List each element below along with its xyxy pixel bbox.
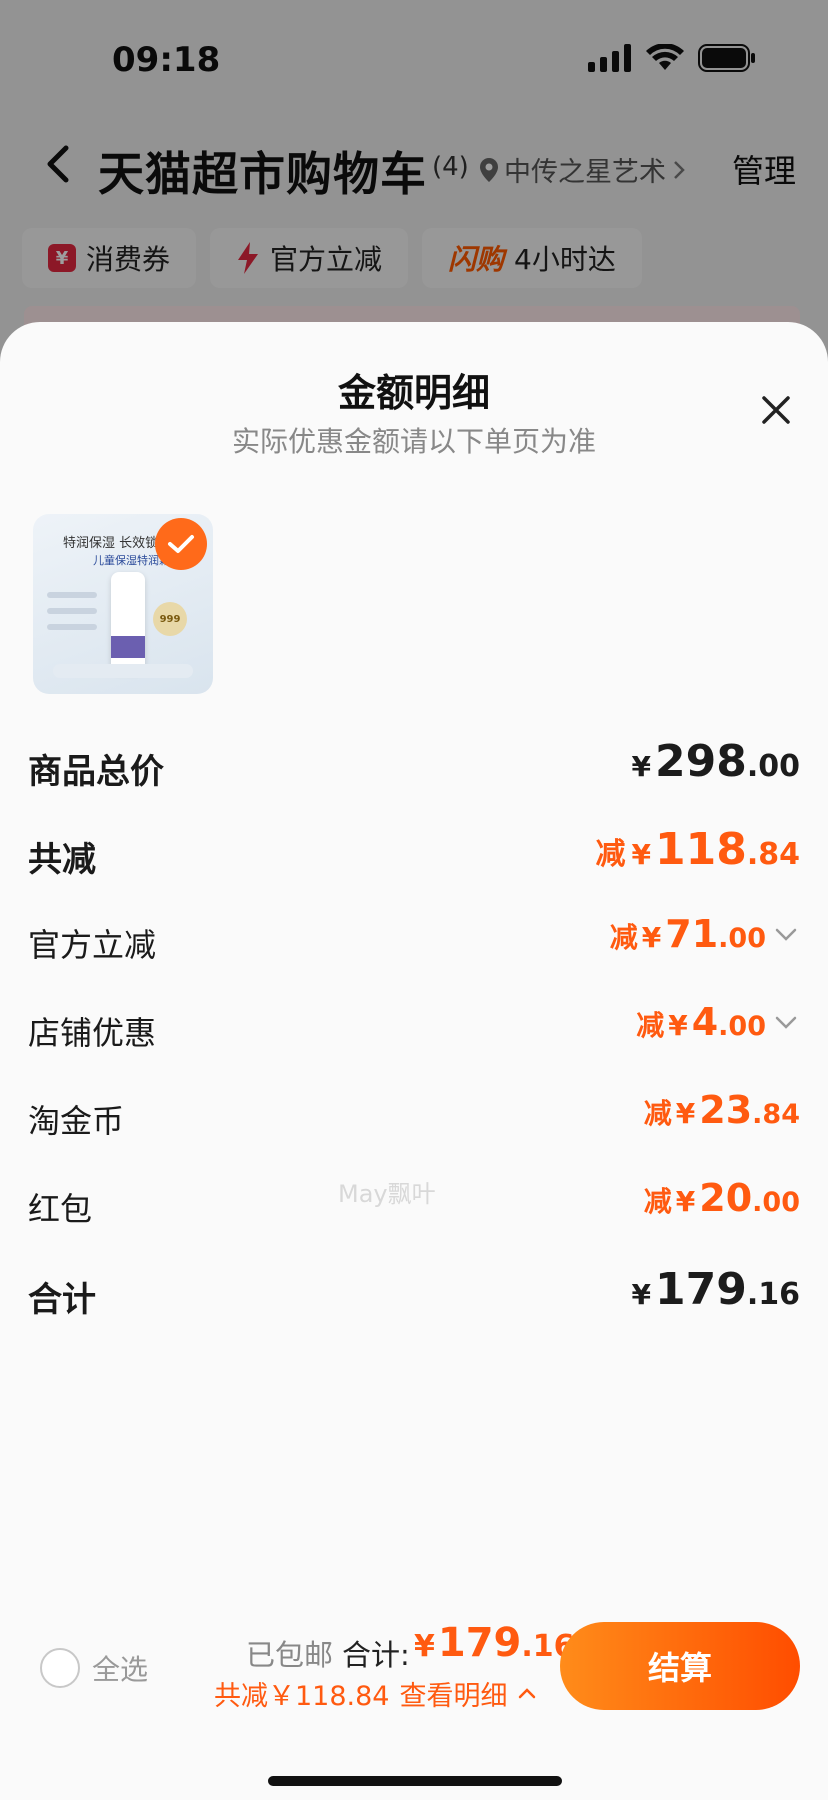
amount-integer: 179 [654, 1264, 747, 1315]
product-thumbnail[interactable]: 特润保湿 长效锁 儿童保湿特润霜 999 [33, 514, 213, 694]
row-label: 红包 [28, 1190, 93, 1228]
discount-prefix: 减 [609, 921, 638, 954]
product-tube [111, 572, 145, 672]
home-indicator [268, 1776, 562, 1786]
row-official-discount[interactable]: 官方立减 减 ¥ 71 .00 [28, 912, 800, 972]
product-pedestal [53, 664, 193, 678]
checkout-button[interactable]: 结算 [560, 1622, 800, 1710]
currency-symbol: ¥ [675, 1185, 696, 1218]
product-bullet [47, 608, 97, 614]
row-amount: 减 ¥ 71 .00 [610, 912, 800, 956]
discount-prefix: 减 [643, 1185, 672, 1218]
amount-decimal: .00 [752, 1187, 800, 1218]
saved-amount-line[interactable]: 共减￥118.84 查看明细 [214, 1674, 537, 1713]
row-red-packet: 红包 减 ¥ 20 .00 [28, 1176, 800, 1236]
discount-prefix: 减 [595, 837, 626, 872]
amount-decimal: .00 [746, 749, 800, 784]
row-label: 官方立减 [28, 926, 157, 964]
row-label: 店铺优惠 [28, 1014, 157, 1052]
chevron-up-icon[interactable] [517, 1684, 537, 1704]
row-label: 合计 [28, 1280, 96, 1320]
discount-prefix: 减 [643, 1097, 672, 1130]
amount-details-sheet: 金额明细 实际优惠金额请以下单页为准 特润保湿 长效锁 儿童保湿特润霜 999 … [0, 322, 828, 1800]
row-taojinbi: 淘金币 减 ¥ 23 .84 [28, 1088, 800, 1148]
total-amount: ¥ 179 .16 [414, 1620, 575, 1666]
amount-decimal: .16 [746, 1277, 800, 1312]
selected-check-icon [155, 518, 207, 570]
amount-integer: 23 [699, 1088, 753, 1132]
product-bullet [47, 592, 97, 598]
row-amount: 减 ¥ 20 .00 [644, 1176, 800, 1220]
product-award-badge: 999 [153, 602, 187, 636]
amount-integer: 71 [665, 912, 719, 956]
saved-amount: 共减￥118.84 [214, 1681, 390, 1712]
amount-decimal: .84 [746, 837, 800, 872]
row-grand-total: 合计 ¥ 179 .16 [28, 1264, 800, 1324]
amount-decimal: .00 [718, 1011, 766, 1042]
sheet-title: 金额明细 [337, 371, 490, 415]
amount-decimal: .00 [718, 923, 766, 954]
select-all-radio[interactable] [40, 1648, 80, 1688]
row-shop-discount[interactable]: 店铺优惠 减 ¥ 4 .00 [28, 1000, 800, 1060]
chevron-down-icon[interactable] [772, 1008, 800, 1036]
product-image-headline: 特润保湿 长效锁 [63, 536, 159, 551]
close-icon[interactable] [754, 388, 798, 432]
amount-integer: 179 [437, 1620, 522, 1666]
row-subtotal: 商品总价 ¥ 298 .00 [28, 736, 800, 796]
product-tube-label [111, 636, 145, 658]
select-all-label[interactable]: 全选 [92, 1648, 148, 1688]
total-label: 合计: [342, 1638, 410, 1672]
row-amount: 减 ¥ 4 .00 [636, 1000, 800, 1044]
row-label: 共减 [28, 840, 96, 880]
row-label: 淘金币 [28, 1102, 125, 1140]
amount-decimal: .84 [752, 1099, 800, 1130]
row-label: 商品总价 [28, 752, 164, 792]
discount-prefix: 减 [636, 1009, 665, 1042]
product-bullet [47, 624, 97, 630]
chevron-down-icon[interactable] [772, 920, 800, 948]
currency-symbol: ¥ [631, 750, 651, 783]
amount-integer: 118 [654, 824, 747, 875]
currency-symbol: ¥ [668, 1009, 688, 1042]
amount-integer: 4 [691, 1000, 719, 1044]
row-amount: 减 ¥ 23 .84 [644, 1088, 800, 1132]
row-amount: ¥ 179 .16 [632, 1264, 801, 1315]
currency-symbol: ¥ [675, 1097, 696, 1130]
free-shipping-label: 已包邮 [246, 1638, 334, 1672]
row-amount: ¥ 298 .00 [632, 736, 801, 787]
view-details-link[interactable]: 查看明细 [399, 1674, 507, 1713]
currency-symbol: ¥ [631, 838, 651, 871]
amount-integer: 20 [699, 1176, 753, 1220]
sheet-subtitle: 实际优惠金额请以下单页为准 [231, 425, 596, 458]
row-amount: 减 ¥ 118 .84 [596, 824, 801, 875]
amount-integer: 298 [654, 736, 747, 787]
currency-symbol: ¥ [631, 1278, 651, 1311]
currency-symbol: ¥ [414, 1629, 435, 1664]
row-total-discount: 共减 减 ¥ 118 .84 [28, 824, 800, 884]
currency-symbol: ¥ [641, 921, 662, 954]
